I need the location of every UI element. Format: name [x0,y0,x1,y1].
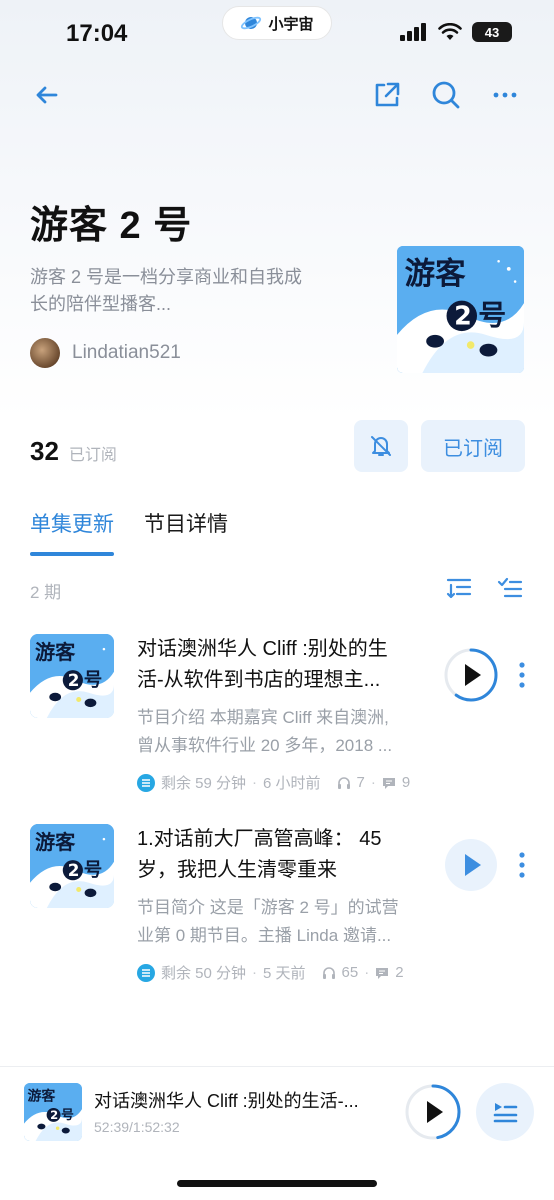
playlist-icon [493,1103,518,1123]
podcast-cover[interactable]: 游客 2 号 [397,246,524,373]
comment-icon [382,777,395,789]
episode-description-line: 节目介绍 本期嘉宾 Cliff 来自澳洲, [137,708,389,727]
author-row[interactable]: Lindatian521 [30,338,181,368]
avatar [30,338,60,368]
cover-art: 游客 2 号 [397,246,524,373]
remaining-time: 剩余 59 分钟 [161,775,247,792]
mini-player-time: 52:39/1:52:32 [94,1119,180,1135]
cover-text: 2 [68,670,80,690]
episode-title-line: 活-从软件到书店的理想主... [137,669,381,691]
subscriber-count: 32 已订阅 [30,436,117,467]
cover-art: 游客 2 号 [30,634,114,718]
episode-description-line: 曾从事软件行业 20 多年，2018 ... [137,736,393,755]
episode-count: 2 期 [30,583,62,602]
play-count: 7 [356,774,365,791]
cover-text: 游客 [35,640,76,664]
episode-more-icon[interactable] [512,660,532,690]
mini-player-title[interactable]: 对话澳洲华人 Cliff :别处的生活-... [94,1087,384,1113]
bell-off-icon [371,436,391,456]
published-time: 6 小时前 [263,775,321,792]
cover-art: 游客 2 号 [30,824,114,908]
cover-text: 游客 [405,256,466,292]
cover-text: 2 [454,301,472,331]
podcast-description-line: 游客 2 号是一档分享商业和自我成 [30,267,303,287]
back-arrow-icon[interactable] [30,78,64,112]
play-button[interactable] [444,838,498,892]
status-indicators: 43 [400,22,512,42]
list-icon [137,773,155,792]
episode-description: 节目简介 这是「游客 2 号」的试营 业第 0 期节目。主播 Linda 邀请.… [137,894,427,950]
mini-player-cover[interactable]: 游客 2 号 [24,1083,82,1141]
podcast-description-line: 长的陪伴型播客... [30,294,172,314]
cover-text: 号 [478,299,506,332]
episode-title[interactable]: 对话澳洲华人 Cliff :别处的生 活-从软件到书店的理想主... [137,634,427,696]
more-icon[interactable] [488,78,522,112]
tab-bar: 单集更新 节目详情 [30,508,228,556]
play-button[interactable] [444,648,498,702]
episode-description-line: 节目简介 这是「游客 2 号」的试营 [137,898,399,917]
tab-episodes[interactable]: 单集更新 [30,508,114,556]
episode-meta: 剩余 50 分钟 · 5 天前 65 · 2 [137,962,404,983]
episode-cover[interactable]: 游客 2 号 [30,824,114,908]
headphones-icon [337,776,350,789]
status-bar: 17:04 小宇宙 43 [0,0,554,64]
signal-icon [400,23,426,41]
tab-details[interactable]: 节目详情 [144,508,228,556]
cover-text: 号 [61,1108,74,1123]
cover-text: 2 [50,1108,58,1122]
cover-text: 游客 [35,830,76,854]
cover-text: 游客 [27,1087,56,1104]
episode-description-line: 业第 0 期节目。主播 Linda 邀请... [137,926,392,945]
play-count: 65 [341,964,359,981]
cover-text: 2 [68,860,80,880]
published-time: 5 天前 [263,965,306,982]
headphones-icon [322,966,335,979]
comment-icon [376,967,389,979]
episode-description: 节目介绍 本期嘉宾 Cliff 来自澳洲, 曾从事软件行业 20 多年，2018… [137,704,427,760]
episode-title-line: 岁，我把人生清零重来 [137,859,337,881]
cover-art: 游客 2 号 [24,1083,82,1141]
mini-play-button[interactable] [404,1083,462,1141]
episode-title[interactable]: 1.对话前大厂高管高峰： 45 岁，我把人生清零重来 [137,824,427,886]
remaining-time: 剩余 50 分钟 [161,965,247,982]
cover-text: 号 [84,860,102,881]
battery-icon: 43 [472,22,512,42]
app-pill[interactable]: 小宇宙 [222,6,332,40]
subscribed-button[interactable]: 已订阅 [421,420,525,472]
podcast-title: 游客 2 号 [30,205,193,247]
author-name: Lindatian521 [72,342,181,363]
comment-count: 2 [395,964,404,981]
cover-text: 号 [84,670,102,691]
status-time: 17:04 [66,20,128,47]
episode-more-icon[interactable] [512,850,532,880]
search-icon[interactable] [429,78,463,112]
podcast-description[interactable]: 游客 2 号是一档分享商业和自我成 长的陪伴型播客... [30,264,360,318]
app-pill-label: 小宇宙 [268,15,314,33]
multi-select-icon[interactable] [496,574,524,602]
comment-count: 9 [401,774,411,791]
notification-button[interactable] [354,420,408,472]
sort-order-icon[interactable] [445,574,473,602]
subscriber-label: 已订阅 [68,447,117,464]
wifi-icon [438,23,462,40]
share-icon[interactable] [370,78,404,112]
navbar [0,72,554,116]
list-icon [137,963,155,982]
subscriber-number: 32 [30,436,59,466]
planet-icon [241,16,262,30]
home-indicator [177,1180,377,1187]
episode-meta: 剩余 59 分钟 · 6 小时前 7 · 9 [137,772,410,793]
playlist-button[interactable] [476,1083,534,1141]
episode-title-line: 对话澳洲华人 Cliff :别处的生 [137,638,388,660]
episode-cover[interactable]: 游客 2 号 [30,634,114,718]
episode-title-line: 1.对话前大厂高管高峰： 45 [137,828,382,850]
